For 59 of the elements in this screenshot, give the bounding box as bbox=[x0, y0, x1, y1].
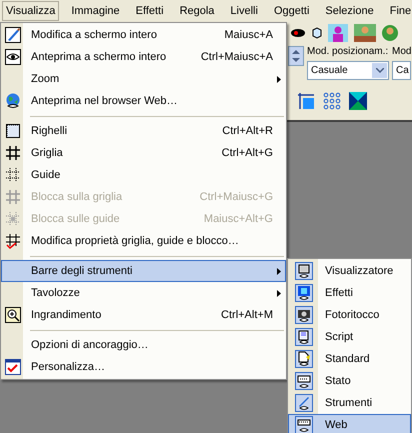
submenu-arrow-icon bbox=[277, 268, 281, 274]
menu-item[interactable]: Barre degli strumenti bbox=[1, 260, 286, 282]
menu-item[interactable]: Anteprima nel browser Web… bbox=[1, 90, 286, 112]
magnifier-icon bbox=[5, 307, 21, 323]
dropdown-icon bbox=[372, 63, 387, 78]
menu-bar-item[interactable]: Oggetti bbox=[270, 1, 314, 21]
menu-item[interactable]: Personalizza… bbox=[1, 356, 286, 378]
menu-bar-item[interactable]: Selezione bbox=[321, 1, 378, 21]
field-label: Mod. posizionam.: bbox=[307, 46, 389, 58]
eye-icon bbox=[290, 28, 306, 38]
shortcut-label: Ctrl+Alt+R bbox=[222, 124, 274, 139]
menu-item[interactable]: Griglia Ctrl+Alt+G bbox=[1, 142, 286, 164]
submenu-item[interactable]: Web bbox=[288, 414, 411, 433]
menu-item[interactable]: Opzioni di ancoraggio… bbox=[1, 334, 286, 356]
submenu-item[interactable]: Strumenti bbox=[288, 392, 411, 414]
shortcut-label: Ctrl+Alt+G bbox=[222, 146, 274, 161]
spinner-icon bbox=[288, 46, 304, 66]
shortcut-label: Maiusc+A bbox=[224, 28, 274, 43]
menu-bar-item[interactable]: Visualizza bbox=[2, 1, 60, 21]
submenu-item[interactable]: Stato bbox=[288, 370, 411, 392]
shortcut-label: Ctrl+Alt+M bbox=[221, 308, 274, 323]
eye-icon bbox=[5, 49, 21, 65]
shortcut-label: Ctrl+Maiusc+G bbox=[200, 190, 274, 205]
menu-item[interactable]: Zoom bbox=[1, 68, 286, 90]
shortcut-label: Ctrl+Maiusc+A bbox=[200, 50, 274, 65]
menu-item[interactable]: Guide bbox=[1, 164, 286, 186]
page-icon bbox=[295, 350, 313, 368]
submenu-item[interactable]: Visualizzatore bbox=[288, 260, 411, 282]
submenu-arrow-icon bbox=[277, 290, 281, 296]
field-label: Mod bbox=[392, 46, 412, 58]
menu-bar-item[interactable]: Immagine bbox=[67, 1, 124, 21]
select-field[interactable]: Ca bbox=[392, 61, 412, 80]
submenu-item[interactable]: Fotoritocco bbox=[288, 304, 411, 326]
grid-check-icon bbox=[5, 233, 21, 249]
menu-item[interactable]: Righelli Ctrl+Alt+R bbox=[1, 120, 286, 142]
menu-item[interactable]: Modifica a schermo intero Maiusc+A bbox=[1, 24, 286, 46]
submenu-item[interactable]: Script bbox=[288, 326, 411, 348]
dots-icon bbox=[323, 92, 341, 110]
guides-icon bbox=[5, 211, 21, 227]
brush-icon bbox=[295, 394, 313, 412]
menu-item[interactable]: Tavolozze bbox=[1, 282, 286, 304]
menu-bar-item[interactable]: Fine bbox=[386, 1, 412, 21]
menu-item[interactable]: Modifica proprietà griglia, guide e blocco… bbox=[1, 230, 286, 252]
submenu-arrow-icon bbox=[277, 76, 281, 82]
globe-icon bbox=[5, 93, 21, 109]
menu-item[interactable]: Anteprima a schermo intero Ctrl+Maiusc+A bbox=[1, 46, 286, 68]
submenu-item[interactable]: Effetti bbox=[288, 282, 411, 304]
menu-bar-item[interactable]: Regola bbox=[176, 1, 218, 21]
menu-item[interactable]: Ingrandimento Ctrl+Alt+M bbox=[1, 304, 286, 326]
grid-icon bbox=[5, 145, 21, 161]
shortcut-label: Maiusc+Alt+G bbox=[204, 212, 274, 227]
submenu-item[interactable]: Standard bbox=[288, 348, 411, 370]
grid-icon bbox=[5, 189, 21, 205]
select-field[interactable]: Casuale bbox=[307, 61, 389, 80]
checkmark-icon bbox=[5, 359, 21, 375]
brush-icon bbox=[5, 27, 21, 43]
menu-bar-item[interactable]: Effetti bbox=[132, 1, 168, 21]
guides-icon bbox=[5, 167, 21, 183]
menu-bar-item[interactable]: Livelli bbox=[226, 1, 262, 21]
